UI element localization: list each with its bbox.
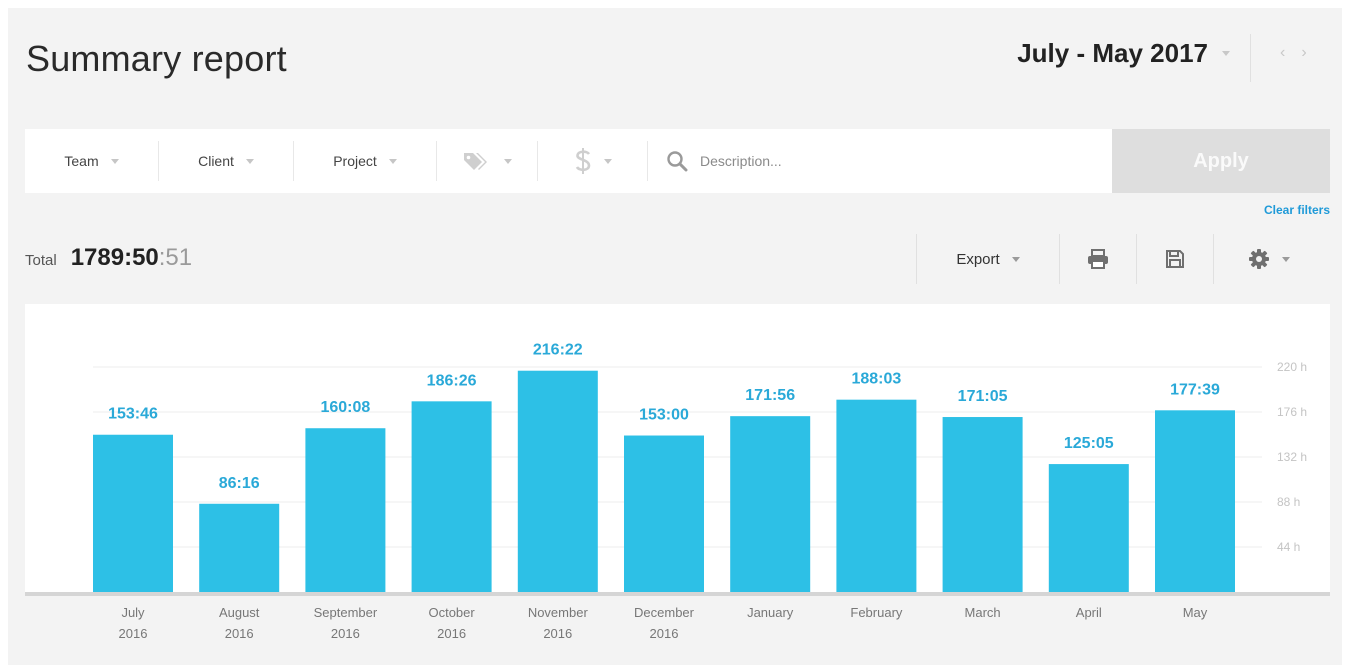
chart-bar[interactable] (199, 503, 280, 592)
chart-bar[interactable] (730, 416, 811, 592)
chart-bar[interactable] (411, 401, 492, 592)
chart-bar[interactable] (1155, 410, 1235, 592)
chart-bar[interactable] (942, 417, 1023, 592)
x-tick-label: November 2016 (508, 602, 608, 644)
x-tick-label: March (933, 602, 1033, 623)
chart-bar[interactable] (305, 428, 386, 592)
x-tick-label-line: 2016 (330, 626, 360, 641)
x-tick-label-line: April (1075, 605, 1102, 620)
bar-value-label: 171:56 (745, 387, 795, 404)
chart-bar[interactable] (1048, 464, 1129, 592)
x-tick-label: October 2016 (402, 602, 502, 644)
bar-chart: 153:46 86:16 160:08 186:26 216:22 153:00 171:5… (25, 342, 1330, 596)
x-tick-label-line: October (428, 605, 475, 620)
x-tick-label-line: November (527, 605, 588, 620)
chart-bar[interactable] (93, 434, 173, 592)
x-tick-label-line: 2016 (224, 626, 254, 641)
x-tick-label-line: July (121, 605, 145, 620)
x-tick-label-line: 2016 (118, 626, 148, 641)
y-tick-label: 176 h (1277, 405, 1307, 419)
chart-bar[interactable] (624, 435, 704, 592)
bar-value-label: 186:26 (427, 372, 477, 389)
y-tick-label: 44 h (1277, 540, 1300, 554)
x-tick-label-line: 2016 (543, 626, 573, 641)
x-tick-label-line: March (964, 605, 1001, 620)
x-tick-label-line: May (1182, 605, 1208, 620)
y-tick-label: 220 h (1277, 360, 1307, 374)
x-tick-label-line: 2016 (437, 626, 467, 641)
x-tick-label: August 2016 (189, 602, 289, 644)
bar-value-label: 216:22 (533, 342, 583, 359)
bar-value-label: 86:16 (219, 475, 260, 492)
x-tick-label: May (1145, 602, 1245, 623)
x-tick-label-line: 2016 (649, 626, 679, 641)
chart-bar[interactable] (517, 370, 598, 592)
x-tick-label-line: February (850, 605, 903, 620)
bar-value-label: 160:08 (320, 399, 370, 416)
x-tick-label: December 2016 (614, 602, 714, 644)
x-tick-label: July 2016 (83, 602, 183, 644)
bar-value-label: 125:05 (1064, 435, 1114, 452)
y-tick-label: 88 h (1277, 495, 1300, 509)
x-tick-label-line: December (634, 605, 694, 620)
bar-value-label: 177:39 (1170, 381, 1220, 398)
bar-value-label: 171:05 (958, 388, 1008, 405)
x-tick-label-line: January (747, 605, 794, 620)
x-tick-label: September 2016 (295, 602, 395, 644)
x-tick-label: April (1039, 602, 1139, 623)
chart-bar[interactable] (836, 399, 917, 592)
x-tick-label-line: September (313, 605, 378, 620)
x-axis-baseline (25, 592, 1330, 596)
bar-value-label: 153:00 (639, 407, 689, 424)
x-tick-label-line: August (218, 605, 260, 620)
x-tick-label: February (826, 602, 926, 623)
bar-value-label: 153:46 (108, 406, 158, 423)
x-tick-label: January (720, 602, 820, 623)
x-axis-labels: July 2016 August 2016 September 2016 October 20… (0, 597, 1350, 647)
bar-value-label: 188:03 (851, 371, 901, 388)
y-tick-label: 132 h (1277, 450, 1307, 464)
